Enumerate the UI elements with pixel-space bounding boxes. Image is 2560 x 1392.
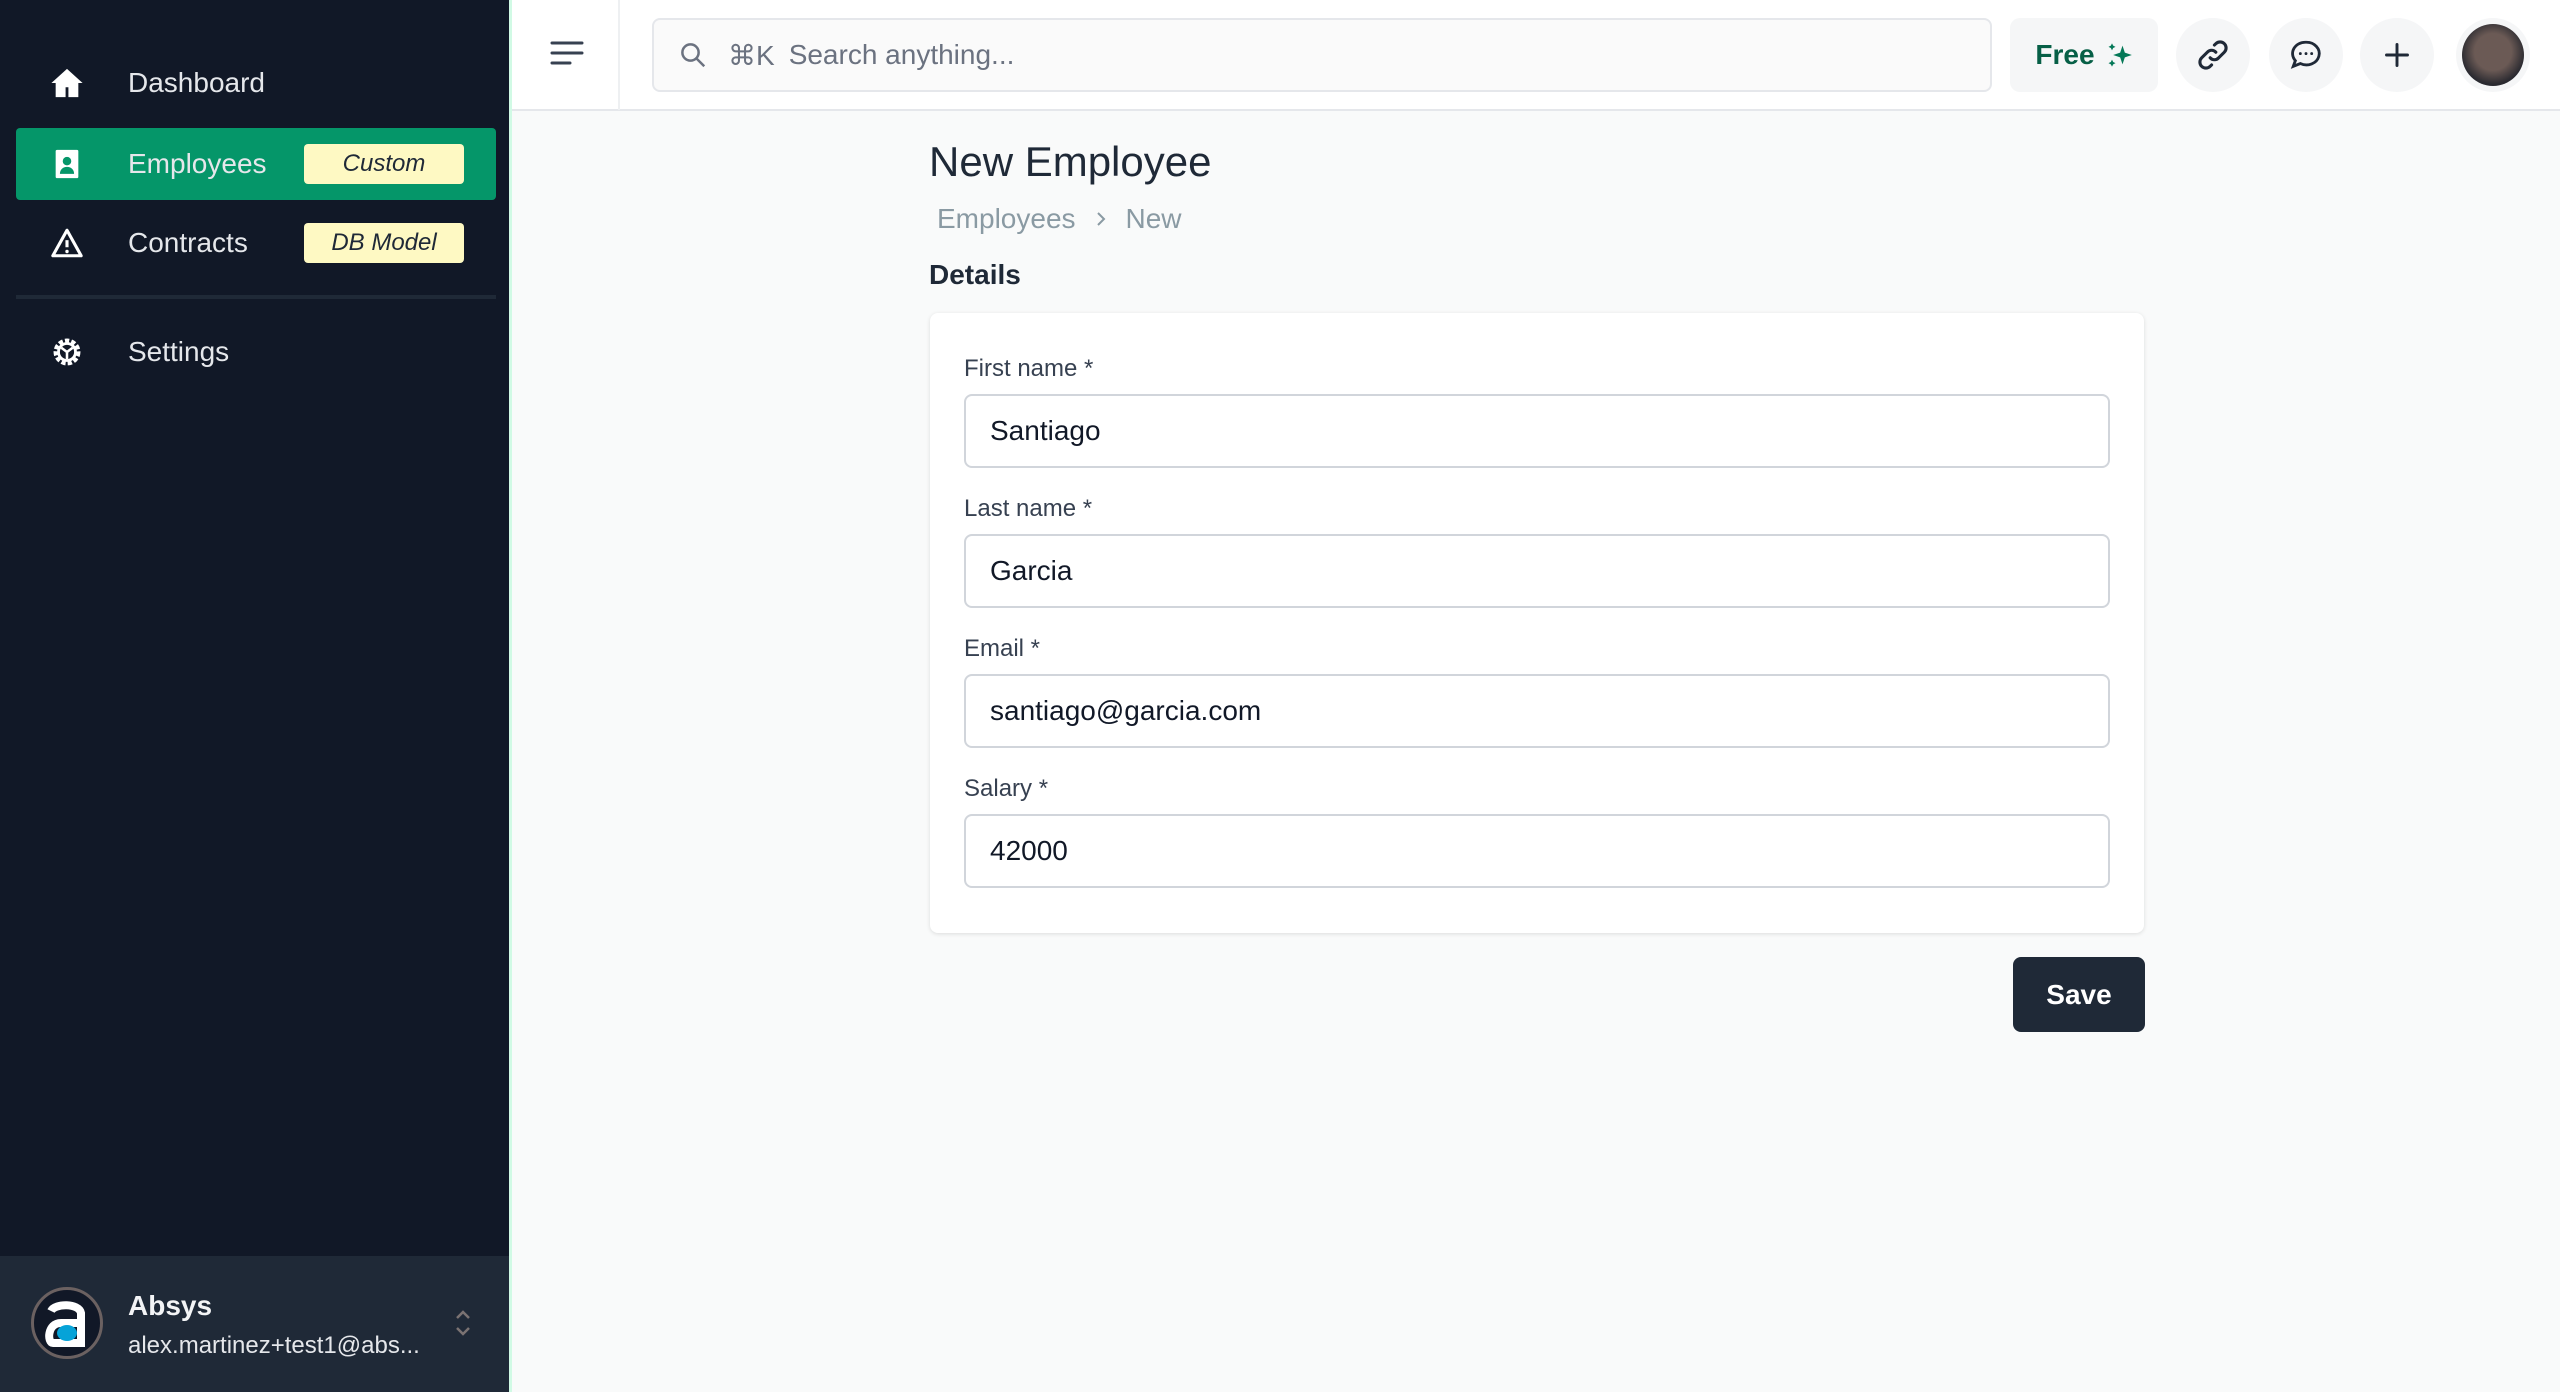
org-logo <box>31 1287 103 1359</box>
id-badge-icon <box>55 149 79 179</box>
sidebar-item-dashboard[interactable]: Dashboard <box>16 47 496 119</box>
plus-icon <box>2385 43 2409 67</box>
user-email: alex.martinez+test1@abs... <box>128 1332 420 1359</box>
sidebar-item-label: Dashboard <box>128 67 265 98</box>
top-bar: ⌘K Search anything... Free <box>512 0 2560 111</box>
home-icon <box>51 68 83 98</box>
last-name-label: Last name * <box>964 495 1093 522</box>
search-placeholder: Search anything... <box>788 39 1015 70</box>
sparkles-icon <box>2108 43 2132 67</box>
last-name-field[interactable] <box>964 534 2110 608</box>
section-heading: Details <box>929 259 1021 290</box>
breadcrumb-employees[interactable]: Employees <box>937 203 1076 235</box>
salary-field[interactable] <box>964 814 2110 888</box>
page-title: New Employee <box>929 138 1212 185</box>
employee-form: First name * Last name * Email * Salary … <box>930 313 2144 933</box>
add-button[interactable] <box>2360 18 2434 92</box>
first-name-field[interactable] <box>964 394 2110 468</box>
chevron-right-icon <box>1096 212 1105 226</box>
custom-badge: Custom <box>304 144 464 184</box>
breadcrumb: Employees New <box>937 203 1182 235</box>
link-button[interactable] <box>2176 18 2250 92</box>
sidebar-divider <box>16 295 496 299</box>
search-icon <box>681 43 706 68</box>
sidebar-item-label: Employees <box>128 148 267 179</box>
avatar-image <box>2462 24 2524 86</box>
menu-icon[interactable] <box>550 38 584 68</box>
plan-label: Free <box>2035 39 2095 70</box>
sidebar-item-label: Contracts <box>128 227 248 258</box>
org-name: Absys <box>128 1290 213 1321</box>
header-divider <box>618 0 620 110</box>
chat-button[interactable] <box>2269 18 2343 92</box>
email-label: Email * <box>964 635 1041 662</box>
chevron-up-down-icon <box>456 1310 470 1336</box>
account-switcher[interactable]: Absys alex.martinez+test1@abs... <box>0 1256 509 1392</box>
sidebar-item-contracts[interactable]: Contracts DB Model <box>16 207 496 279</box>
db-model-badge: DB Model <box>304 223 464 263</box>
save-button[interactable]: Save <box>2013 957 2145 1032</box>
chat-bubble-icon <box>2290 40 2321 69</box>
email-field[interactable] <box>964 674 2110 748</box>
link-icon <box>2198 40 2228 70</box>
plan-button[interactable]: Free <box>2010 18 2158 92</box>
first-name-label: First name * <box>964 355 1094 382</box>
salary-label: Salary * <box>964 775 1049 802</box>
gear-icon <box>53 338 81 366</box>
breadcrumb-new: New <box>1125 203 1182 234</box>
search-input[interactable]: ⌘K Search anything... <box>652 18 1992 92</box>
user-avatar[interactable] <box>2456 18 2530 92</box>
sidebar-item-label: Settings <box>128 336 230 367</box>
search-shortcut: ⌘K <box>728 39 775 71</box>
sidebar: Dashboard Employees Custom Contracts DB … <box>0 0 512 1392</box>
warning-icon <box>51 228 83 258</box>
sidebar-item-employees[interactable]: Employees Custom <box>16 128 496 200</box>
sidebar-item-settings[interactable]: Settings <box>16 316 496 388</box>
